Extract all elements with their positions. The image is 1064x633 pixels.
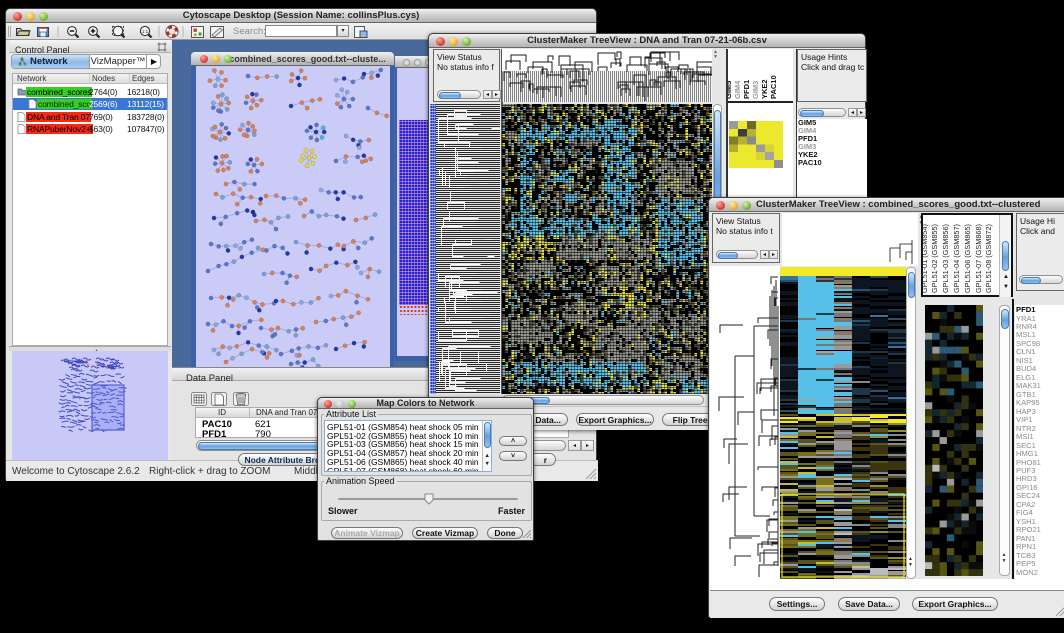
svg-text:1:1: 1:1 bbox=[142, 29, 149, 34]
